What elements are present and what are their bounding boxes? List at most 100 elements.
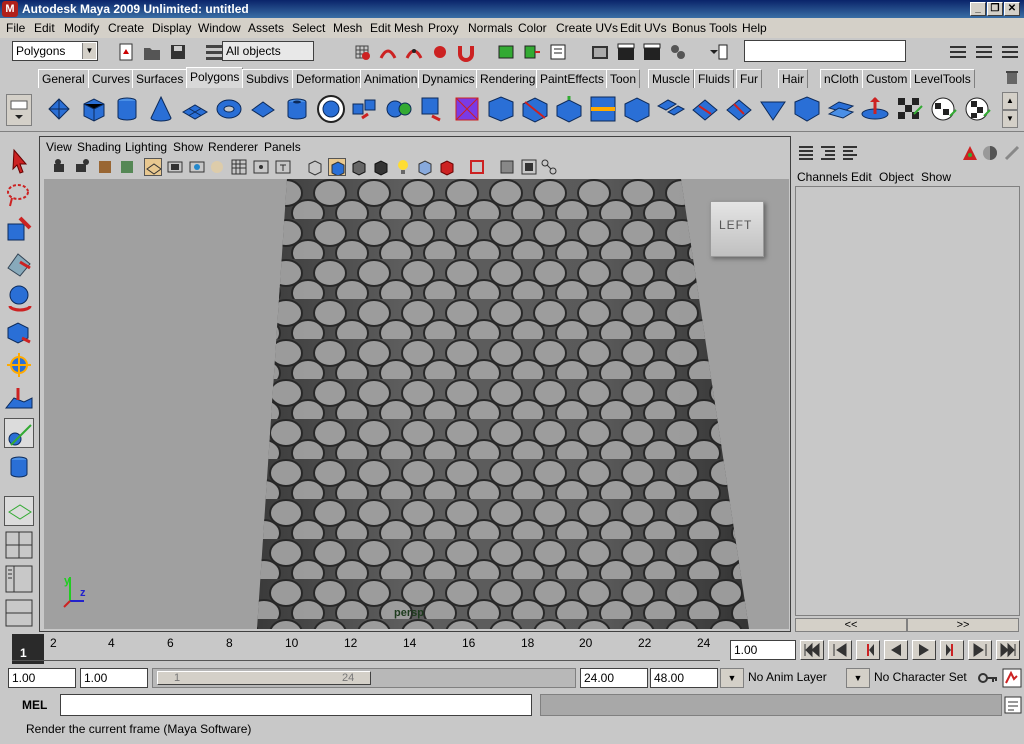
mirror-geometry-icon[interactable] (486, 94, 516, 124)
menu-assets[interactable]: Assets (248, 21, 284, 35)
universal-manipulator-icon[interactable] (4, 350, 34, 380)
viewcube[interactable]: LEFT (710, 201, 764, 257)
menu-select[interactable]: Select (292, 21, 325, 35)
snap-point-icon[interactable] (404, 42, 424, 62)
smooth-shade-icon[interactable] (328, 158, 346, 176)
go-to-start-button[interactable] (800, 640, 824, 660)
poly-prism-icon[interactable] (248, 94, 278, 124)
close-button[interactable]: ✕ (1004, 2, 1020, 16)
attribute-editor-icon[interactable] (981, 144, 999, 162)
grid-toggle-icon[interactable] (144, 158, 162, 176)
panel-menu-shading[interactable]: Shading (77, 140, 121, 154)
select-tool-icon[interactable] (4, 146, 34, 176)
animation-preferences-icon[interactable] (1002, 668, 1022, 688)
separate-icon[interactable] (384, 94, 414, 124)
bridge-icon[interactable] (656, 94, 686, 124)
tab-deformation[interactable]: Deformation (292, 69, 366, 88)
quadrangulate-icon[interactable] (826, 94, 856, 124)
menu-proxy[interactable]: Proxy (428, 21, 459, 35)
tab-toon[interactable]: Toon (606, 69, 641, 88)
split-polygon-icon[interactable] (520, 94, 550, 124)
collapse-right-button[interactable]: >> (907, 618, 1019, 632)
snap-view-plane-icon[interactable] (430, 42, 450, 62)
channel-list-area[interactable] (795, 186, 1020, 616)
four-pane-layout-icon[interactable] (4, 530, 34, 560)
output-ops-icon[interactable] (522, 42, 542, 62)
step-back-frame-button[interactable] (856, 640, 880, 660)
paint-select-tool-icon[interactable] (4, 214, 34, 244)
character-set-dropdown-button[interactable]: ▼ (846, 668, 870, 688)
show-manipulator-icon[interactable] (4, 452, 34, 482)
perspective-viewport[interactable]: LEFT y z persp (44, 179, 789, 629)
tab-curves[interactable]: Curves (88, 69, 135, 88)
channel-layer-view-icon[interactable] (841, 144, 859, 162)
select-camera-icon[interactable] (52, 158, 70, 176)
range-slider[interactable]: 1 24 (152, 668, 576, 688)
xray-icon[interactable] (498, 158, 516, 176)
tab-fur[interactable]: Fur (736, 69, 762, 88)
triangulate-icon[interactable] (792, 94, 822, 124)
selection-mask-dropdown[interactable]: All objects (222, 41, 314, 61)
animation-start-field[interactable]: 1.00 (8, 668, 76, 688)
range-slider-handle[interactable]: 1 24 (157, 671, 371, 685)
play-forwards-button[interactable] (912, 640, 936, 660)
poly-torus-icon[interactable] (214, 94, 244, 124)
poke-face-icon[interactable] (758, 94, 788, 124)
tab-rendering[interactable]: Rendering (476, 69, 540, 88)
channel-edit-menu[interactable]: Edit (851, 170, 872, 184)
tab-dynamics[interactable]: Dynamics (418, 69, 479, 88)
move-tool-icon[interactable] (4, 248, 34, 278)
maximize-button[interactable]: ❐ (987, 2, 1003, 16)
anim-layer-dropdown-button[interactable]: ▼ (720, 668, 744, 688)
shadows-icon[interactable] (438, 158, 456, 176)
step-forward-frame-button[interactable] (940, 640, 964, 660)
menu-color[interactable]: Color (518, 21, 547, 35)
input-ops-icon[interactable] (496, 42, 516, 62)
extrude-icon[interactable] (554, 94, 584, 124)
shelf-scroll-up-button[interactable]: ▲ (1002, 92, 1018, 110)
quick-input-field[interactable] (744, 40, 906, 62)
menu-mesh[interactable]: Mesh (333, 21, 362, 35)
auto-key-icon[interactable] (976, 668, 1000, 688)
menu-create-uvs[interactable]: Create UVs (556, 21, 618, 35)
use-default-light-icon[interactable] (394, 158, 412, 176)
menu-create[interactable]: Create (108, 21, 144, 35)
save-scene-icon[interactable] (168, 42, 188, 62)
xray-active-components-icon[interactable] (540, 158, 558, 176)
construction-history-icon[interactable] (548, 42, 568, 62)
tab-subdivs[interactable]: Subdivs (242, 69, 293, 88)
menuset-dropdown[interactable]: Polygons ▼ (12, 41, 98, 61)
make-live-icon[interactable] (456, 42, 476, 62)
snap-curve-icon[interactable] (378, 42, 398, 62)
tab-fluids[interactable]: Fluids (694, 69, 735, 88)
current-time-field[interactable]: 1.00 (730, 640, 796, 660)
render-current-frame-icon[interactable] (616, 42, 636, 62)
outliner-layout-icon[interactable] (4, 564, 34, 594)
isolate-select-icon[interactable] (468, 158, 486, 176)
lasso-tool-icon[interactable] (4, 180, 34, 210)
playback-end-field[interactable]: 24.00 (580, 668, 648, 688)
merge-vertices-icon[interactable] (724, 94, 754, 124)
script-editor-icon[interactable] (1004, 696, 1022, 714)
combine-icon[interactable] (350, 94, 380, 124)
panel-menu-show[interactable]: Show (173, 140, 203, 154)
snap-grid-icon[interactable] (352, 42, 372, 62)
open-scene-icon[interactable] (142, 42, 162, 62)
menu-edit-uvs[interactable]: Edit UVs (620, 21, 667, 35)
menu-edit[interactable]: Edit (34, 21, 55, 35)
uv-checker-icon[interactable] (894, 94, 924, 124)
step-forward-key-button[interactable] (968, 640, 992, 660)
wireframe-on-shaded-icon[interactable] (350, 158, 368, 176)
poly-soccer-ball-icon[interactable] (316, 94, 346, 124)
single-pane-layout-icon[interactable] (4, 496, 34, 526)
camera-attributes-icon[interactable] (74, 158, 92, 176)
channel-box-toggle-icon[interactable] (1000, 42, 1020, 62)
shelf-menu-button[interactable] (6, 94, 32, 126)
bookmarks-icon[interactable] (96, 158, 114, 176)
last-used-tool-icon[interactable] (4, 418, 34, 448)
poly-cube-icon[interactable] (78, 94, 108, 124)
trash-icon[interactable] (1004, 69, 1020, 85)
channel-show-menu[interactable]: Show (921, 170, 951, 184)
collapse-left-button[interactable]: << (795, 618, 907, 632)
append-polygon-icon[interactable] (690, 94, 720, 124)
